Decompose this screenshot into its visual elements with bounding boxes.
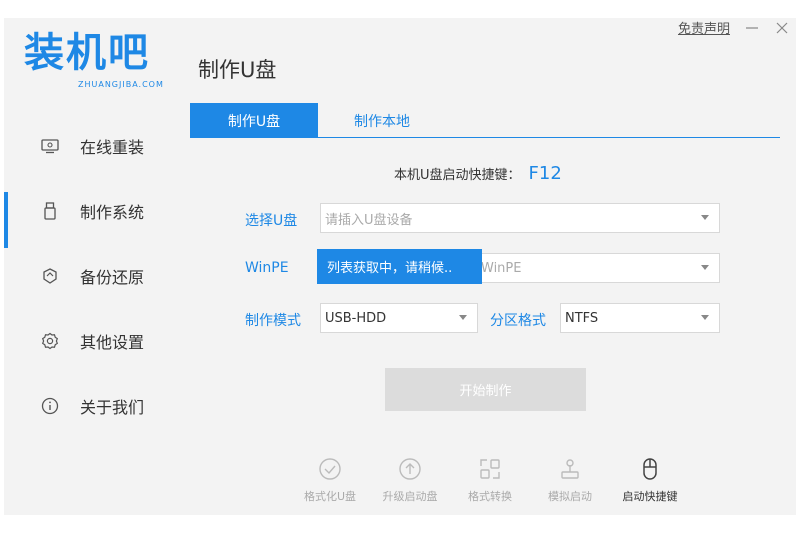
mouse-icon <box>637 456 663 482</box>
usb-select-label: 选择U盘 <box>245 213 298 229</box>
chevron-down-icon <box>701 265 709 270</box>
minimize-icon[interactable] <box>744 20 760 36</box>
chevron-down-icon <box>701 215 709 220</box>
logo: 装机吧 ZHUANGJIBA.COM <box>24 28 174 90</box>
hotkey-value: F12 <box>528 163 562 184</box>
usb-select-placeholder: 请插入U盘设备 <box>325 212 413 228</box>
start-button[interactable]: 开始制作 <box>385 368 586 411</box>
sidebar-item-other-settings[interactable]: 其他设置 <box>4 308 189 373</box>
sidebar-item-label: 关于我们 <box>80 397 145 417</box>
partition-select[interactable]: NTFS <box>560 303 720 333</box>
hotkey-info: 本机U盘启动快捷键： F12 <box>394 163 562 184</box>
mode-select-value: USB-HDD <box>325 310 387 326</box>
partition-select-label: 分区格式 <box>490 313 546 329</box>
partition-select-value: NTFS <box>565 310 599 326</box>
convert-icon <box>477 456 503 482</box>
sidebar-item-about-us[interactable]: 关于我们 <box>4 373 189 438</box>
tool-label: 启动快捷键 <box>622 490 678 503</box>
winpe-select-label: WinPE <box>245 260 289 276</box>
joystick-icon <box>557 456 583 482</box>
loading-toast: 列表获取中，请稍候.. <box>317 249 482 284</box>
chevron-down-icon <box>459 315 467 320</box>
tool-format-convert[interactable]: 格式转换 <box>450 456 530 504</box>
tab-make-usb[interactable]: 制作U盘 <box>190 103 318 138</box>
monitor-icon <box>40 136 60 156</box>
sidebar-item-online-reinstall[interactable]: 在线重装 <box>4 113 189 178</box>
check-circle-icon <box>317 456 343 482</box>
hotkey-label: 本机U盘启动快捷键： <box>394 168 521 183</box>
bottom-toolbar: 格式化U盘 升级启动盘 格式转换 模拟启动 启动快捷键 <box>290 456 690 504</box>
sidebar-item-label: 制作系统 <box>80 202 145 222</box>
window-controls: 免责声明 <box>678 18 790 37</box>
info-icon <box>40 396 60 416</box>
close-icon[interactable] <box>774 20 790 36</box>
restore-icon <box>40 266 60 286</box>
sidebar: 在线重装 制作系统 备份还原 其他设置 关于我们 <box>4 113 189 438</box>
tool-simulate-boot[interactable]: 模拟启动 <box>530 456 610 504</box>
usb-select[interactable]: 请插入U盘设备 <box>320 203 720 233</box>
gear-icon <box>40 331 60 351</box>
app-window: 装机吧 ZHUANGJIBA.COM 免责声明 制作U盘 在线重装 制作系统 备… <box>4 18 796 515</box>
sidebar-item-backup-restore[interactable]: 备份还原 <box>4 243 189 308</box>
tool-label: 格式转换 <box>468 490 512 503</box>
tab-bar: 制作U盘 制作本地 <box>190 103 780 138</box>
usb-icon <box>40 201 60 221</box>
sidebar-item-label: 在线重装 <box>80 137 145 157</box>
tool-label: 格式化U盘 <box>303 490 357 503</box>
sidebar-item-label: 其他设置 <box>80 332 145 352</box>
disclaimer-link[interactable]: 免责声明 <box>678 18 730 37</box>
tab-make-local[interactable]: 制作本地 <box>318 103 446 138</box>
tool-boot-hotkey[interactable]: 启动快捷键 <box>610 456 690 504</box>
mode-select[interactable]: USB-HDD <box>320 303 478 333</box>
tool-label: 模拟启动 <box>548 490 592 503</box>
arrow-up-circle-icon <box>397 456 423 482</box>
tool-format-usb[interactable]: 格式化U盘 <box>290 456 370 504</box>
winpe-select-value: WinPE <box>481 260 522 276</box>
sidebar-item-label: 备份还原 <box>80 267 145 287</box>
tool-label: 升级启动盘 <box>382 490 438 503</box>
mode-select-label: 制作模式 <box>245 313 301 329</box>
tool-upgrade-bootdisk[interactable]: 升级启动盘 <box>370 456 450 504</box>
page-title: 制作U盘 <box>198 58 277 82</box>
logo-subtext: ZHUANGJIBA.COM <box>78 80 164 89</box>
chevron-down-icon <box>701 315 709 320</box>
sidebar-item-make-system[interactable]: 制作系统 <box>4 178 189 248</box>
logo-text: 装机吧 <box>24 30 150 76</box>
